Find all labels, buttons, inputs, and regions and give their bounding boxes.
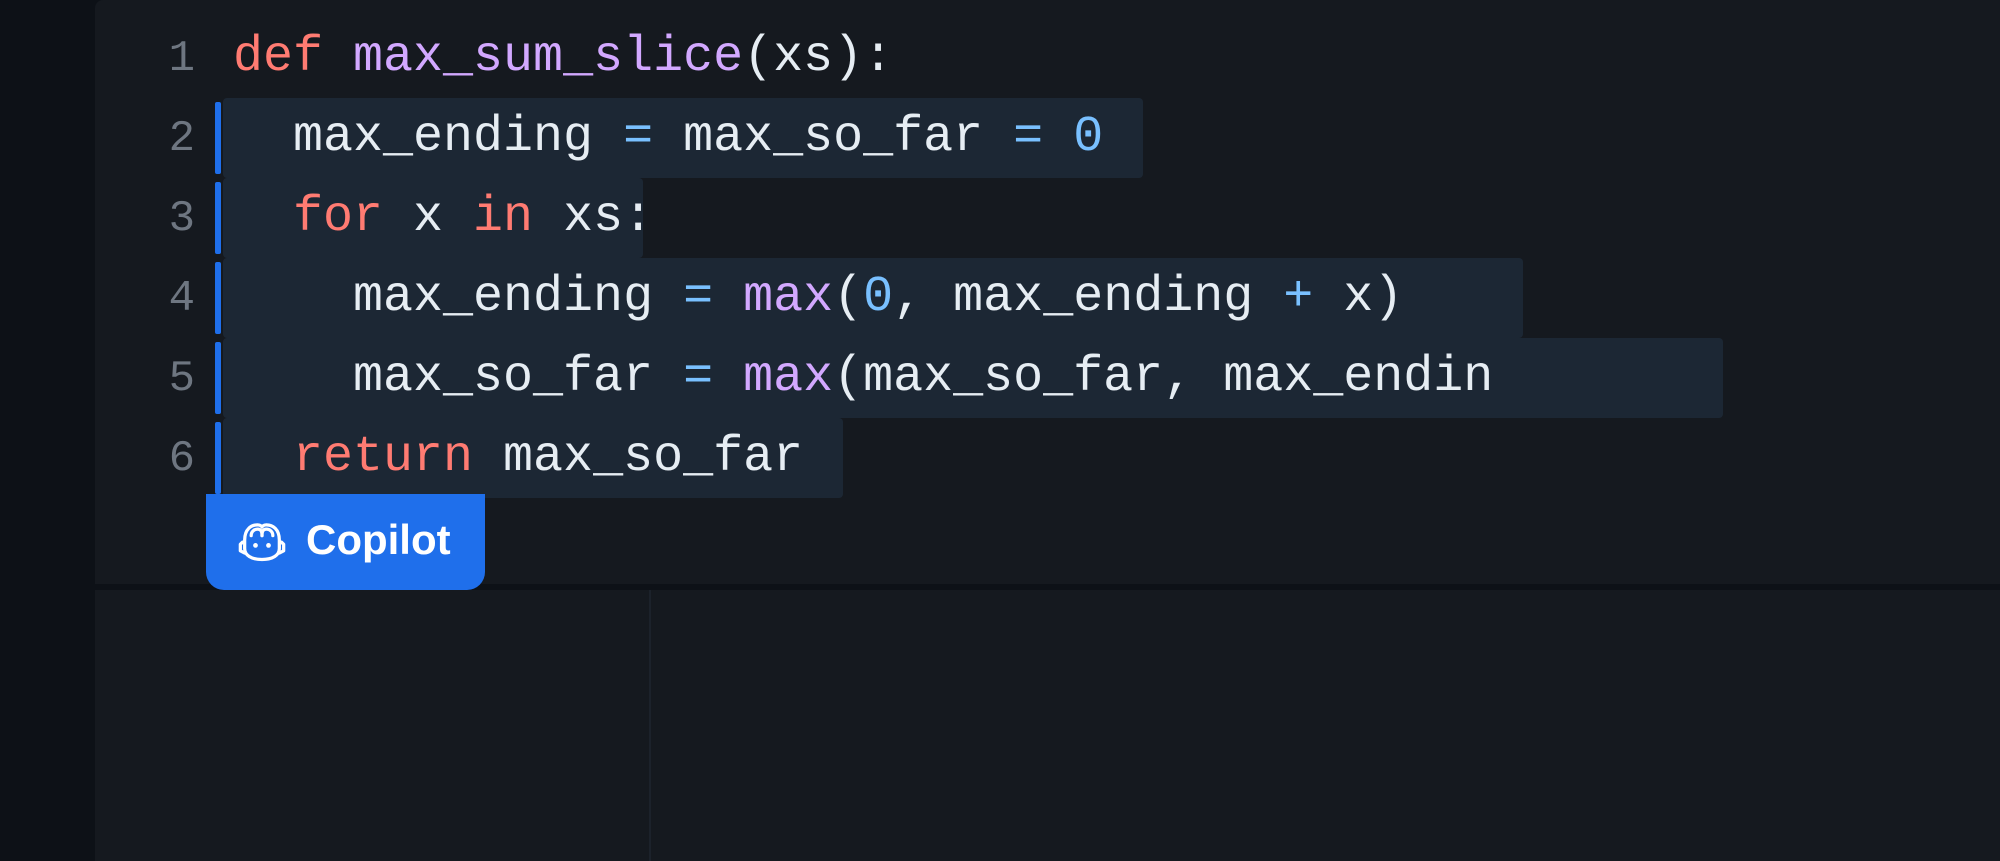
token: max_sum_slice [353,29,743,86]
token: = [683,349,713,406]
line-content[interactable]: def max_sum_slice(xs): [223,18,893,98]
token: ( [743,29,773,86]
line-content[interactable]: max_ending = max(0, max_ending + x) [223,258,1403,338]
token: def [233,29,353,86]
token: max_so_far [233,349,683,406]
line-number: 1 [95,19,223,99]
token: = [683,269,713,326]
suggestion-marker [215,262,221,334]
token: max_ending [923,269,1283,326]
token: = [623,109,653,166]
token [233,189,293,246]
code-text: def max_sum_slice(xs): [223,18,893,98]
suggestion-marker [215,422,221,494]
code-line[interactable]: 5 max_so_far = max(max_so_far, max_endin [95,338,2000,418]
code-line[interactable]: 1def max_sum_slice(xs): [95,18,2000,98]
code-text: max_ending = max(0, max_ending + x) [223,258,1403,338]
token: + [1283,269,1313,326]
token: max [743,269,833,326]
token: ( [833,269,863,326]
token: = [1013,109,1043,166]
copilot-label: Copilot [306,516,451,564]
token [1043,109,1073,166]
copilot-icon [236,514,288,566]
token [233,429,293,486]
token [713,349,743,406]
code-line[interactable]: 3 for x in xs: [95,178,2000,258]
token: max_ending [233,109,623,166]
panel-divider [649,590,651,861]
token [713,269,743,326]
token: ): [833,29,893,86]
code-area[interactable]: 1def max_sum_slice(xs):2 max_ending = ma… [95,18,2000,498]
code-text: for x in xs: [223,178,653,258]
code-line[interactable]: 4 max_ending = max(0, max_ending + x) [95,258,2000,338]
token: x [1313,269,1373,326]
token: : [623,189,653,246]
line-number: 3 [95,179,223,259]
code-text: max_so_far = max(max_so_far, max_endin [223,338,1493,418]
code-text: max_ending = max_so_far = 0 [223,98,1103,178]
token: return [293,429,473,486]
token: 0 [863,269,893,326]
token: for [293,189,383,246]
token: x [383,189,473,246]
line-number: 5 [95,339,223,419]
token: max_so_far [473,429,803,486]
line-number: 4 [95,259,223,339]
token: max_endin [1193,349,1493,406]
token: ( [833,349,863,406]
token: , [1163,349,1193,406]
line-content[interactable]: for x in xs: [223,178,653,258]
token: max_so_far [863,349,1163,406]
token: max_ending [233,269,683,326]
token: 0 [1073,109,1103,166]
copilot-button[interactable]: Copilot [206,494,485,590]
editor-panel[interactable]: 1def max_sum_slice(xs):2 max_ending = ma… [95,0,2000,861]
line-content[interactable]: max_ending = max_so_far = 0 [223,98,1103,178]
line-content[interactable]: return max_so_far [223,418,803,498]
token: xs [533,189,623,246]
token: max [743,349,833,406]
suggestion-marker [215,102,221,174]
token: xs [773,29,833,86]
token: , [893,269,923,326]
suggestion-marker [215,342,221,414]
app-root: 1def max_sum_slice(xs):2 max_ending = ma… [0,0,2000,861]
token: max_so_far [653,109,1013,166]
line-number: 6 [95,419,223,499]
code-line[interactable]: 2 max_ending = max_so_far = 0 [95,98,2000,178]
token: ) [1373,269,1403,326]
code-line[interactable]: 6 return max_so_far [95,418,2000,498]
suggestion-marker [215,182,221,254]
line-content[interactable]: max_so_far = max(max_so_far, max_endin [223,338,1493,418]
token: in [473,189,533,246]
line-number: 2 [95,99,223,179]
code-text: return max_so_far [223,418,803,498]
